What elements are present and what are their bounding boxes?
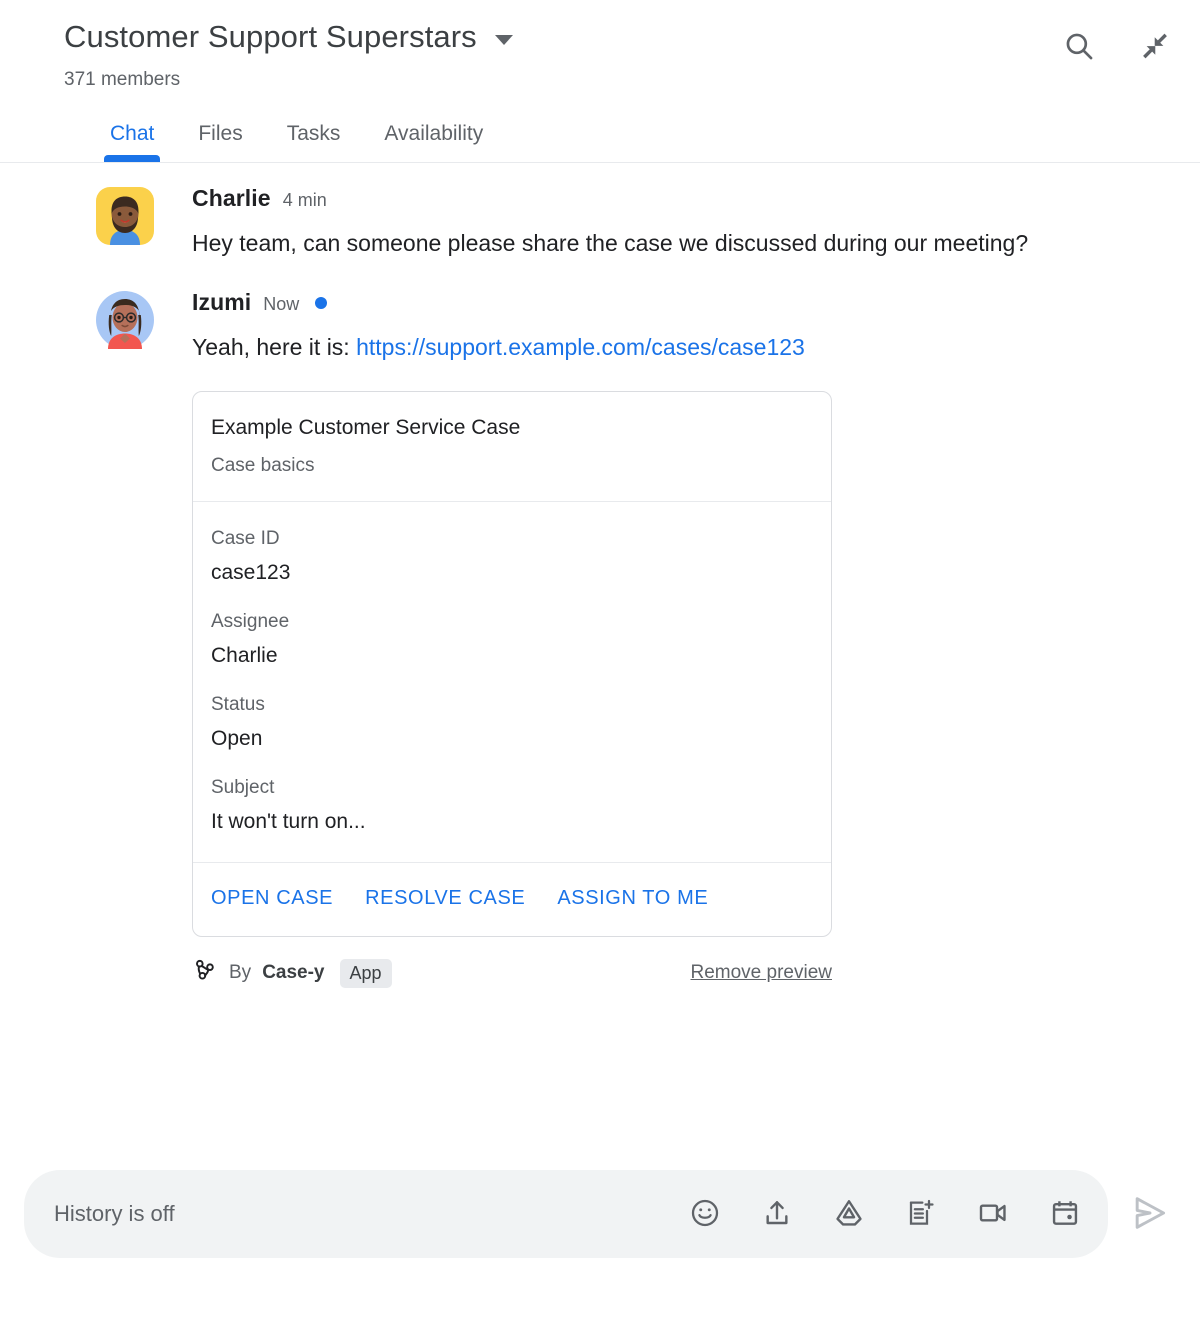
card-field: Subject It won't turn on... [211, 775, 811, 836]
card-subtitle: Case basics [211, 455, 315, 476]
field-value-case-id: case123 [211, 561, 291, 584]
send-button[interactable] [1124, 1188, 1176, 1240]
message-header: Izumi Now [192, 289, 1176, 316]
room-title-row[interactable]: Customer Support Superstars [64, 18, 1176, 56]
compose-icon-row [688, 1197, 1082, 1231]
google-drive-button[interactable] [832, 1197, 866, 1231]
field-label-status: Status [211, 694, 265, 715]
collapse-icon [1138, 29, 1172, 66]
attribution-app-name: Case-y [262, 962, 325, 983]
compose-input-container[interactable]: History is off [24, 1170, 1108, 1258]
message-header: Charlie 4 min [192, 185, 1176, 212]
case-link[interactable]: https://support.example.com/cases/case12… [356, 334, 805, 360]
attribution-left: By Case-y App [192, 957, 392, 989]
card-fields: Case ID case123 Assignee Charlie Status … [193, 502, 831, 863]
page-title: Customer Support Superstars [64, 19, 477, 54]
member-count: 371 members [64, 69, 181, 90]
calendar-button[interactable] [1048, 1197, 1082, 1231]
message-body: Charlie 4 min Hey team, can someone plea… [192, 185, 1176, 265]
tab-tasks[interactable]: Tasks [265, 114, 363, 162]
message-text: Yeah, here it is: https://support.exampl… [192, 326, 1092, 369]
chevron-down-icon[interactable] [494, 35, 513, 45]
remove-preview-link[interactable]: Remove preview [691, 962, 833, 984]
card-field: Status Open [211, 692, 811, 753]
card-header: Example Customer Service Case Case basic… [193, 392, 831, 502]
collapse-button[interactable] [1138, 30, 1172, 64]
field-label-case-id: Case ID [211, 528, 280, 549]
card-attribution: By Case-y App Remove preview [192, 957, 832, 989]
compose-bar: History is off [0, 1156, 1200, 1336]
emoji-icon [689, 1197, 721, 1232]
card-title: Example Customer Service Case [211, 416, 521, 439]
app-badge: App [339, 958, 392, 988]
webhook-icon [192, 957, 218, 989]
message-list: Charlie 4 min Hey team, can someone plea… [0, 163, 1200, 1156]
card-field: Assignee Charlie [211, 609, 811, 670]
upload-icon [761, 1197, 793, 1232]
attribution-by-label: By [229, 962, 252, 983]
tab-files[interactable]: Files [176, 114, 264, 162]
chat-room-panel: Customer Support Superstars 371 members [0, 0, 1200, 1336]
tab-chat[interactable]: Chat [88, 114, 176, 162]
message-body: Izumi Now Yeah, here it is: https://supp… [192, 289, 1176, 989]
field-value-assignee: Charlie [211, 644, 278, 667]
field-label-assignee: Assignee [211, 611, 290, 632]
tab-bar: Chat Files Tasks Availability [0, 114, 1200, 163]
new-document-icon [905, 1197, 937, 1232]
new-document-button[interactable] [904, 1197, 938, 1231]
calendar-icon [1049, 1197, 1081, 1232]
message-input[interactable]: History is off [54, 1201, 688, 1227]
upload-button[interactable] [760, 1197, 794, 1231]
case-preview-card: Example Customer Service Case Case basic… [192, 391, 832, 937]
send-icon [1128, 1191, 1172, 1238]
google-drive-icon [833, 1197, 865, 1232]
avatar[interactable] [96, 187, 154, 245]
video-camera-icon [977, 1197, 1009, 1232]
message-timestamp: Now [263, 294, 300, 314]
card-actions: OPEN CASE RESOLVE CASE ASSIGN TO ME [193, 863, 831, 936]
message-timestamp: 4 min [282, 190, 327, 210]
message-item: Charlie 4 min Hey team, can someone plea… [24, 185, 1176, 265]
message-author: Izumi [192, 289, 252, 315]
assign-to-me-button[interactable]: ASSIGN TO ME [557, 887, 708, 910]
field-value-subject: It won't turn on... [211, 810, 366, 833]
search-button[interactable] [1062, 30, 1096, 64]
card-field: Case ID case123 [211, 526, 811, 587]
field-label-subject: Subject [211, 777, 275, 798]
field-value-status: Open [211, 727, 263, 750]
avatar[interactable] [96, 291, 154, 349]
open-case-button[interactable]: OPEN CASE [211, 887, 333, 910]
header-actions [1062, 30, 1172, 64]
message-text-prefix: Yeah, here it is: [192, 334, 357, 360]
room-header: Customer Support Superstars 371 members [0, 0, 1200, 92]
resolve-case-button[interactable]: RESOLVE CASE [365, 887, 525, 910]
message-item: Izumi Now Yeah, here it is: https://supp… [24, 289, 1176, 989]
video-camera-button[interactable] [976, 1197, 1010, 1231]
message-text: Hey team, can someone please share the c… [192, 230, 1029, 256]
emoji-button[interactable] [688, 1197, 722, 1231]
tab-availability[interactable]: Availability [362, 114, 505, 162]
search-icon [1062, 29, 1096, 66]
message-author: Charlie [192, 185, 271, 211]
unread-indicator-dot [315, 296, 328, 309]
